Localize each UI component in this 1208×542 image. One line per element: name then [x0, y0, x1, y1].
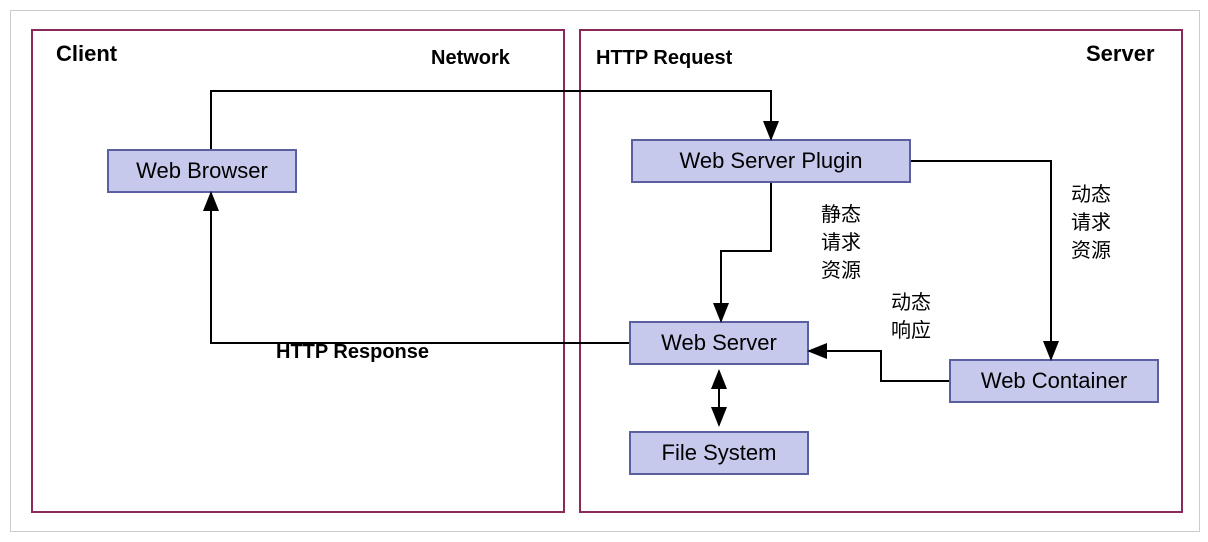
dynamic-request-label: 动态 请求 资源 — [1071, 181, 1111, 265]
web-container-node: Web Container — [949, 359, 1159, 403]
static-request-label: 静态 请求 资源 — [821, 201, 861, 285]
client-container — [31, 29, 565, 513]
network-label: Network — [431, 47, 510, 70]
web-server-node: Web Server — [629, 321, 809, 365]
diagram-canvas: Client Server Web Browser Web Server Plu… — [10, 10, 1200, 532]
http-response-label: HTTP Response — [276, 341, 429, 364]
client-label: Client — [56, 41, 117, 67]
file-system-node: File System — [629, 431, 809, 475]
server-label: Server — [1086, 41, 1155, 67]
http-request-label: HTTP Request — [596, 47, 732, 70]
web-browser-node: Web Browser — [107, 149, 297, 193]
dynamic-response-label: 动态 响应 — [891, 289, 931, 345]
web-server-plugin-node: Web Server Plugin — [631, 139, 911, 183]
